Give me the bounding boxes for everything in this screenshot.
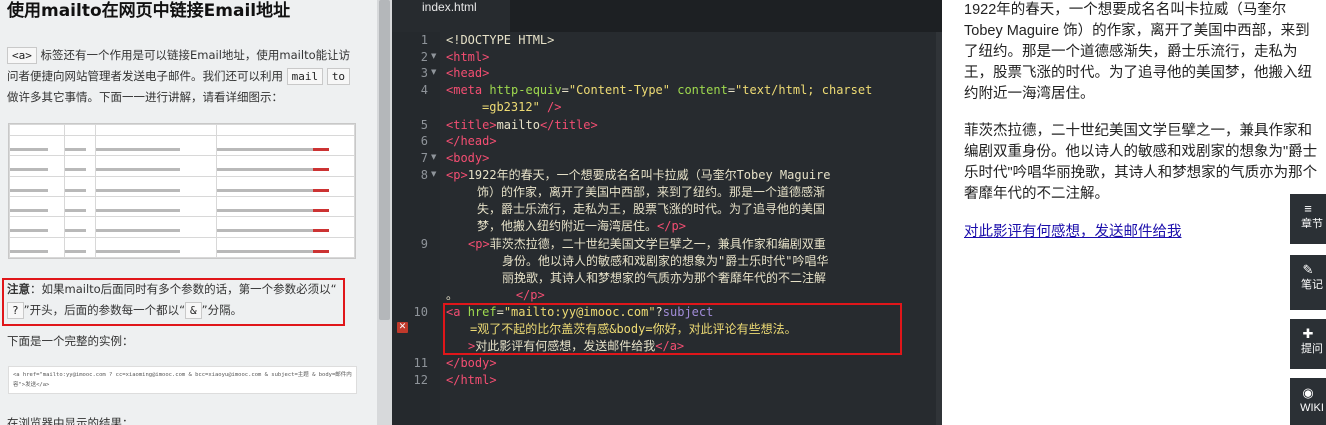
code-chip-ampersand: &	[185, 302, 202, 319]
lesson-title: 使用mailto在网页中链接Email地址	[7, 1, 291, 21]
lesson-panel: 使用mailto在网页中链接Email地址 <a> 标签还有一个作用是可以链接E…	[0, 0, 377, 425]
code-line-4-wrap[interactable]: =gb2312" />	[482, 99, 561, 116]
code-line-9-wrap[interactable]: 身份。他以诗人的敏感和戏剧家的想象为"爵士乐时代"吟唱华	[502, 253, 828, 270]
code-highlight-box	[443, 303, 902, 355]
code-chip-a: <a>	[7, 47, 37, 64]
result-heading: 在浏览器中显示的结果：	[7, 416, 134, 425]
code-line-12[interactable]: </html>	[446, 372, 497, 389]
line-number: 4	[420, 83, 428, 97]
line-number: 8	[420, 168, 428, 182]
fold-arrow-icon[interactable]: ▼	[431, 68, 436, 76]
code-line-3[interactable]: <head>	[446, 65, 489, 82]
wiki-icon: ◉	[1302, 385, 1314, 400]
note-text: 注意：如果mailto后面同时有多个参数的话，第一个参数必须以“? ”开头，后面的…	[7, 282, 337, 319]
code-line-9[interactable]: <p>菲茨杰拉德，二十世纪美国文学巨擘之一，兼具作家和编剧双重	[468, 236, 826, 253]
line-number: 7	[420, 151, 428, 165]
lesson-intro: <a> 标签还有一个作用是可以链接Email地址，使用mailto能让访问者便捷…	[7, 47, 351, 104]
preview-paragraph-1: 1922年的春天，一个想要成名名叫卡拉威（马奎尔Tobey Maguire 饰）…	[964, 2, 1312, 102]
fold-arrow-icon[interactable]: ▼	[431, 153, 436, 161]
tab-index-html[interactable]: index.html	[392, 0, 510, 32]
code-line-11[interactable]: </body>	[446, 355, 497, 372]
code-line-8-wrap[interactable]: 失，爵士乐流行，走私为王，股票飞涨的时代。为了追寻他的美国	[477, 201, 825, 218]
code-chip-mailto: mail	[286, 68, 324, 85]
tool-notes-button[interactable]: ✎ 笔记	[1290, 255, 1326, 310]
line-number: 6	[420, 134, 428, 148]
fold-arrow-icon[interactable]: ▼	[431, 52, 436, 60]
error-marker-icon[interactable]: ✕	[397, 322, 408, 333]
code-line-9-wrap[interactable]: 丽挽歌，其诗人和梦想家的气质亦为那个奢靡年代的不二注解	[502, 270, 826, 287]
code-line-9-wrap[interactable]: 。 </p>	[446, 287, 545, 304]
mailto-params-diagram	[8, 123, 356, 259]
lesson-scrollbar[interactable]	[377, 0, 392, 425]
line-number: 12	[413, 373, 428, 387]
list-icon: ≡	[1304, 201, 1312, 216]
code-editor[interactable]: index.html 1 2 3 4 5 6 7 8 9 10 11 12 ▼ …	[392, 0, 942, 425]
code-line-5[interactable]: <title>mailto</title>	[446, 117, 598, 134]
code-line-8-wrap[interactable]: 梦，他搬入纽约附近一海湾居住。</p>	[477, 218, 686, 235]
example-heading: 下面是一个完整的实例：	[7, 334, 134, 348]
line-number: 10	[413, 305, 428, 319]
fold-arrow-icon[interactable]: ▼	[431, 170, 436, 178]
code-line-1[interactable]: <!DOCTYPE HTML>	[446, 32, 554, 49]
code-line-6[interactable]: </head>	[446, 133, 497, 150]
preview-paragraph-2: 菲茨杰拉德，二十世纪美国文学巨擘之一，兼具作家和编剧双重身份。他以诗人的敏感和戏…	[964, 123, 1318, 202]
lesson-scroll-thumb[interactable]	[379, 0, 390, 320]
code-line-8[interactable]: <p>1922年的春天，一个想要成名名叫卡拉威（马奎尔Tobey Maguire	[446, 167, 831, 184]
editor-tabbar: index.html	[392, 0, 942, 32]
tool-wiki-button[interactable]: ◉ WIKI	[1290, 378, 1326, 425]
tool-questions-button[interactable]: ✚ 提问	[1290, 319, 1326, 369]
code-line-8-wrap[interactable]: 饰）的作家，离开了美国中西部，来到了纽约。那是一个道德感渐	[477, 184, 825, 201]
line-number: 3	[420, 66, 428, 80]
code-line-2[interactable]: <html>	[446, 49, 489, 66]
code-chip-question: ?	[7, 302, 24, 319]
tool-chapters-button[interactable]: ≡ 章节	[1290, 194, 1326, 244]
code-line-4[interactable]: <meta http-equiv="Content-Type" content=…	[446, 82, 872, 99]
line-number: 11	[413, 356, 428, 370]
line-number: 1	[420, 33, 428, 47]
pencil-icon: ✎	[1302, 262, 1314, 277]
code-line-7[interactable]: <body>	[446, 150, 489, 167]
browser-preview: 1922年的春天，一个想要成名名叫卡拉威（马奎尔Tobey Maguire 饰）…	[942, 0, 1326, 425]
example-code-snippet: <a href="mailto:yy@imooc.com ? cc=xiaomi…	[8, 366, 357, 394]
line-number: 9	[420, 237, 428, 251]
line-number: 2	[420, 50, 428, 64]
code-chip-mailto-cont: to	[326, 68, 351, 85]
preview-mailto-link[interactable]: 对此影评有何感想，发送邮件给我	[964, 220, 1182, 241]
line-number: 5	[420, 118, 428, 132]
question-icon: ✚	[1302, 326, 1314, 341]
